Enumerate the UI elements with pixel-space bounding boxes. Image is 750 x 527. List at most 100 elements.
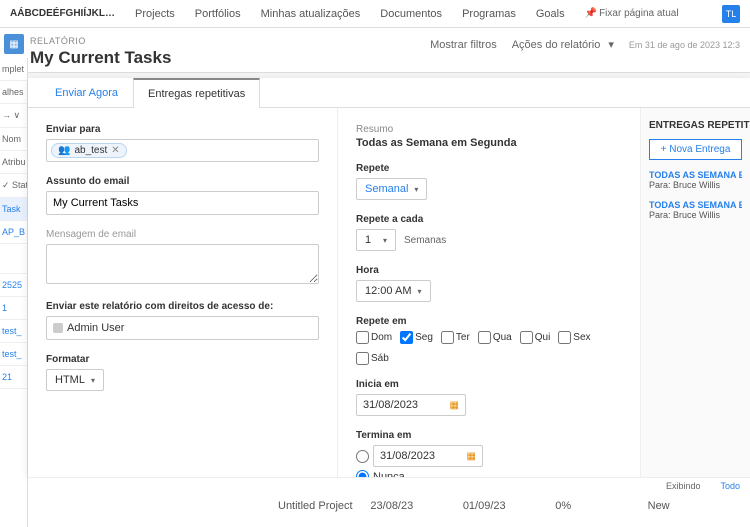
delivery-title: TODAS AS SEMANA EM SEGU	[649, 200, 742, 210]
leftcol-item[interactable]: test_	[0, 343, 27, 366]
nav-programs[interactable]: Programas	[462, 8, 516, 20]
summary-label: Resumo	[356, 124, 622, 135]
tab-send-now[interactable]: Enviar Agora	[40, 78, 133, 107]
calendar-icon[interactable]: ▦	[450, 400, 459, 411]
leftcol-item[interactable]: mplet	[0, 58, 27, 81]
leftcol-item[interactable]: ✓ Stat	[0, 174, 27, 198]
end-date-radio[interactable]: 31/08/2023▦	[356, 445, 622, 467]
nav-documents[interactable]: Documentos	[380, 8, 442, 20]
every-label: Repete a cada	[356, 214, 622, 225]
end-never-radio[interactable]: Nunca	[356, 470, 622, 477]
day-checkboxes: Dom Seg Ter Qua Qui Sex Sáb	[356, 331, 622, 365]
delivery-entry[interactable]: TODAS AS SEMANA EM SEGU Para: Bruce Will…	[649, 200, 742, 220]
brand: AÁBCDEÉFGHIÍJKL…	[10, 8, 115, 19]
end-date-input[interactable]: 31/08/2023▦	[373, 445, 483, 467]
remove-chip-icon[interactable]: ✕	[111, 145, 119, 156]
recipient-chip[interactable]: 👥 ab_test ✕	[51, 143, 127, 158]
send-to-label: Enviar para	[46, 124, 319, 135]
calendar-icon[interactable]: ▦	[467, 451, 476, 462]
every-num-dropdown[interactable]: 1▾	[356, 229, 396, 251]
header-timestamp: Em 31 de ago de 2023 12:3	[629, 40, 740, 50]
pin-label: Fixar página atual	[599, 8, 679, 19]
form-column: Enviar para 👥 ab_test ✕ Assunto do email…	[28, 108, 338, 477]
day-qui[interactable]: Qui	[520, 331, 551, 344]
start-label: Inicia em	[356, 379, 622, 390]
delivery-entry[interactable]: TODAS AS SEMANA EM SEGU Para: Bruce Will…	[649, 170, 742, 190]
report-header: ▦ RELATÓRIO My Current Tasks Mostrar fil…	[0, 28, 750, 73]
deliveries-header: ENTREGAS REPETITIVAS	[649, 120, 742, 131]
leftcol-item[interactable]: alhes	[0, 81, 27, 104]
format-label: Formatar	[46, 354, 319, 365]
chevron-down-icon: ▾	[383, 236, 387, 245]
day-dom[interactable]: Dom	[356, 331, 392, 344]
delivery-recipient: Para: Bruce Willis	[649, 180, 742, 190]
footer-cell: 01/09/23	[463, 500, 555, 512]
end-label: Termina em	[356, 430, 622, 441]
delivery-modal: Enviar Agora Entregas repetitivas Enviar…	[28, 78, 750, 477]
day-seg[interactable]: Seg	[400, 331, 433, 344]
delivery-title: TODAS AS SEMANA EM SEGU	[649, 170, 742, 180]
nav-projects[interactable]: Projects	[135, 8, 175, 20]
repeat-on-label: Repete em	[356, 316, 622, 327]
left-column: mplet alhes → ∨ Nom Atribu ✓ Stat Task A…	[0, 58, 28, 527]
chevron-down-icon: ▾	[414, 185, 418, 194]
header-title: My Current Tasks	[30, 48, 730, 68]
day-sab[interactable]: Sáb	[356, 352, 389, 365]
subject-input[interactable]	[46, 191, 319, 215]
new-delivery-button[interactable]: + Nova Entrega	[649, 139, 742, 160]
start-date-input[interactable]: 31/08/2023▦	[356, 394, 466, 416]
access-label: Enviar este relatório com direitos de ac…	[46, 301, 319, 312]
show-filters[interactable]: Mostrar filtros	[430, 39, 497, 51]
footer-cell: 0%	[555, 500, 647, 512]
tab-recurring[interactable]: Entregas repetitivas	[133, 78, 260, 108]
footer-row[interactable]: Untitled Project 23/08/23 01/09/23 0% Ne…	[28, 494, 750, 518]
top-nav: AÁBCDEÉFGHIÍJKL… Projects Portfólios Min…	[0, 0, 750, 28]
nav-updates[interactable]: Minhas atualizações	[261, 8, 361, 20]
repeats-dropdown[interactable]: Semanal▾	[356, 178, 427, 200]
leftcol-item[interactable]: test_	[0, 320, 27, 343]
footer-cell: 23/08/23	[370, 500, 462, 512]
avatar[interactable]: TL	[722, 5, 740, 23]
footer-todo[interactable]: Todo	[720, 481, 740, 491]
leftcol-item[interactable]: → ∨	[0, 104, 27, 128]
footer-cell: Untitled Project	[278, 500, 370, 512]
leftcol-item[interactable]: Atribu	[0, 151, 27, 174]
message-label: Mensagem de email	[46, 229, 319, 240]
repeats-label: Repete	[356, 163, 622, 174]
leftcol-item[interactable]: Task	[0, 198, 27, 221]
leftcol-item	[0, 244, 27, 274]
hour-dropdown[interactable]: 12:00 AM▾	[356, 280, 431, 302]
footer-exibindo: Exibindo	[666, 481, 701, 491]
summary-text: Todas as Semana em Segunda	[356, 137, 622, 149]
leftcol-item[interactable]: 1	[0, 297, 27, 320]
schedule-column: Resumo Todas as Semana em Segunda Repete…	[338, 108, 640, 477]
leftcol-item[interactable]: 21	[0, 366, 27, 389]
message-input[interactable]	[46, 244, 319, 284]
send-to-input[interactable]: 👥 ab_test ✕	[46, 139, 319, 162]
subject-label: Assunto do email	[46, 176, 319, 187]
report-icon: ▦	[4, 34, 24, 54]
tabs: Enviar Agora Entregas repetitivas	[28, 78, 750, 108]
format-dropdown[interactable]: HTML▾	[46, 369, 104, 391]
leftcol-item[interactable]: AP_B	[0, 221, 27, 244]
day-ter[interactable]: Ter	[441, 331, 470, 344]
hour-label: Hora	[356, 265, 622, 276]
report-actions[interactable]: Ações do relatório ▾	[512, 38, 614, 51]
footer-cell: New	[648, 500, 740, 512]
pin-page[interactable]: 📌 Fixar página atual	[585, 8, 679, 19]
chevron-down-icon: ▾	[417, 287, 421, 296]
access-input[interactable]: Admin User	[46, 316, 319, 340]
leftcol-item[interactable]: 2525	[0, 274, 27, 297]
every-unit: Semanas	[404, 235, 446, 246]
leftcol-item[interactable]: Nom	[0, 128, 27, 151]
chevron-down-icon: ▾	[608, 38, 614, 51]
nav-portfolios[interactable]: Portfólios	[195, 8, 241, 20]
nav-goals[interactable]: Goals	[536, 8, 565, 20]
day-qua[interactable]: Qua	[478, 331, 512, 344]
chevron-down-icon: ▾	[91, 376, 95, 385]
delivery-recipient: Para: Bruce Willis	[649, 210, 742, 220]
user-icon	[53, 323, 63, 333]
day-sex[interactable]: Sex	[558, 331, 590, 344]
footer: Exibindo Todo Untitled Project 23/08/23 …	[28, 477, 750, 527]
deliveries-sidebar: ENTREGAS REPETITIVAS + Nova Entrega TODA…	[640, 108, 750, 477]
